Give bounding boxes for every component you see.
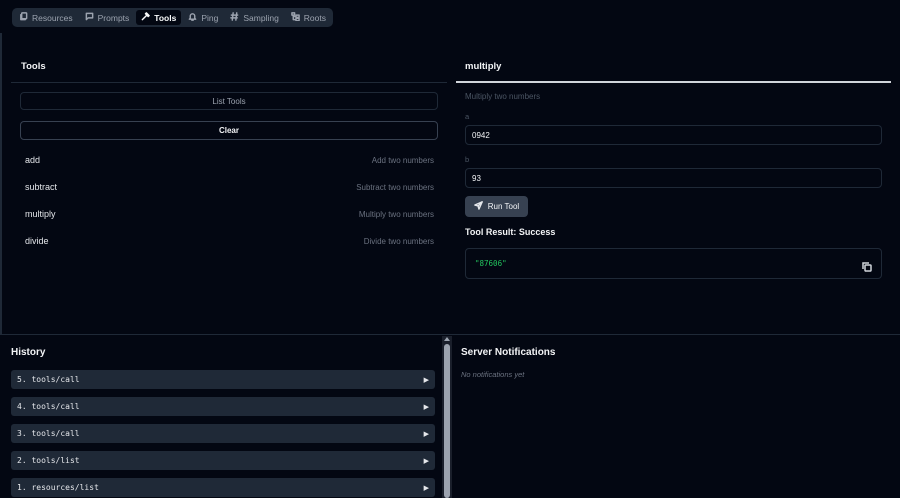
tool-description: Subtract two numbers xyxy=(356,182,434,192)
tab-prompts[interactable]: Prompts xyxy=(80,10,135,25)
run-tool-label: Run Tool xyxy=(487,202,520,211)
tools-panel-title: Tools xyxy=(21,61,46,72)
send-icon xyxy=(473,201,483,212)
message-icon xyxy=(85,12,94,23)
tab-tools[interactable]: Tools xyxy=(136,10,182,25)
files-icon xyxy=(19,12,28,23)
bell-icon xyxy=(188,12,197,23)
tab-label: Prompts xyxy=(97,12,130,23)
tool-detail-title: multiply xyxy=(465,61,502,72)
tool-detail-description: Multiply two numbers xyxy=(465,92,541,101)
tool-name: subtract xyxy=(25,182,58,192)
expand-arrow-icon: ▶ xyxy=(423,403,429,411)
tool-name: add xyxy=(25,155,41,165)
history-item[interactable]: 4. tools/call ▶ xyxy=(11,397,435,416)
expand-arrow-icon: ▶ xyxy=(423,430,429,438)
notifications-empty-text: No notifications yet xyxy=(461,370,525,379)
tool-description: Multiply two numbers xyxy=(358,209,434,219)
tool-name: divide xyxy=(25,236,49,246)
tab-label: Sampling xyxy=(243,12,279,23)
tool-item-divide[interactable]: divide Divide two numbers xyxy=(25,234,434,248)
tool-name: multiply xyxy=(25,209,56,219)
clear-button[interactable]: Clear xyxy=(20,121,438,140)
tool-item-multiply[interactable]: multiply Multiply two numbers xyxy=(25,207,434,221)
list-tools-button[interactable]: List Tools xyxy=(20,92,438,110)
history-item[interactable]: 2. tools/list ▶ xyxy=(11,451,435,470)
server-notifications-title: Server Notifications xyxy=(461,347,556,358)
tool-description: Add two numbers xyxy=(371,155,434,165)
tab-label: Tools xyxy=(154,12,177,23)
history-item[interactable]: 3. tools/call ▶ xyxy=(11,424,435,443)
divider xyxy=(11,82,447,83)
scroll-up-icon[interactable] xyxy=(444,337,450,341)
hash-icon xyxy=(230,12,239,23)
tool-item-subtract[interactable]: subtract Subtract two numbers xyxy=(25,180,434,194)
tab-roots[interactable]: Roots xyxy=(286,10,331,25)
expand-arrow-icon: ▶ xyxy=(423,457,429,465)
tool-result-title: Tool Result: Success xyxy=(465,227,556,237)
expand-arrow-icon: ▶ xyxy=(423,376,429,384)
bottom-divider xyxy=(0,334,900,335)
tool-description: Divide two numbers xyxy=(363,236,434,246)
param-a-label: a xyxy=(465,112,470,121)
history-item[interactable]: 5. tools/call ▶ xyxy=(11,370,435,389)
history-item-label: 2. tools/list xyxy=(17,456,80,465)
tab-label: Roots xyxy=(303,12,327,23)
expand-arrow-icon: ▶ xyxy=(423,484,429,492)
param-b-input[interactable]: 93 xyxy=(465,168,882,188)
copy-icon[interactable] xyxy=(862,259,872,272)
tab-ping[interactable]: Ping xyxy=(183,10,223,25)
scrollbar-thumb[interactable] xyxy=(444,344,450,498)
tool-result-value: "87606" xyxy=(475,259,507,268)
hammer-icon xyxy=(141,12,151,23)
tool-item-add[interactable]: add Add two numbers xyxy=(25,153,434,167)
history-item-label: 5. tools/call xyxy=(17,375,80,384)
tool-result-box: "87606" xyxy=(465,248,882,279)
history-item[interactable]: 1. resources/list ▶ xyxy=(11,478,435,497)
tab-bar: Resources Prompts Tools Ping Sampling Ro… xyxy=(12,8,334,27)
history-item-label: 1. resources/list xyxy=(17,483,99,492)
history-title: History xyxy=(11,347,46,358)
tab-resources[interactable]: Resources xyxy=(14,10,78,25)
history-item-label: 3. tools/call xyxy=(17,429,80,438)
panel-edge xyxy=(0,33,2,334)
folder-tree-icon xyxy=(290,12,300,23)
history-item-label: 4. tools/call xyxy=(17,402,80,411)
param-a-input[interactable]: 0942 xyxy=(465,125,882,145)
run-tool-button[interactable]: Run Tool xyxy=(465,196,528,217)
tab-label: Ping xyxy=(201,12,219,23)
tab-label: Resources xyxy=(32,12,73,23)
tab-sampling[interactable]: Sampling xyxy=(225,10,283,25)
tool-detail-underline xyxy=(456,81,891,83)
param-b-label: b xyxy=(465,155,470,164)
